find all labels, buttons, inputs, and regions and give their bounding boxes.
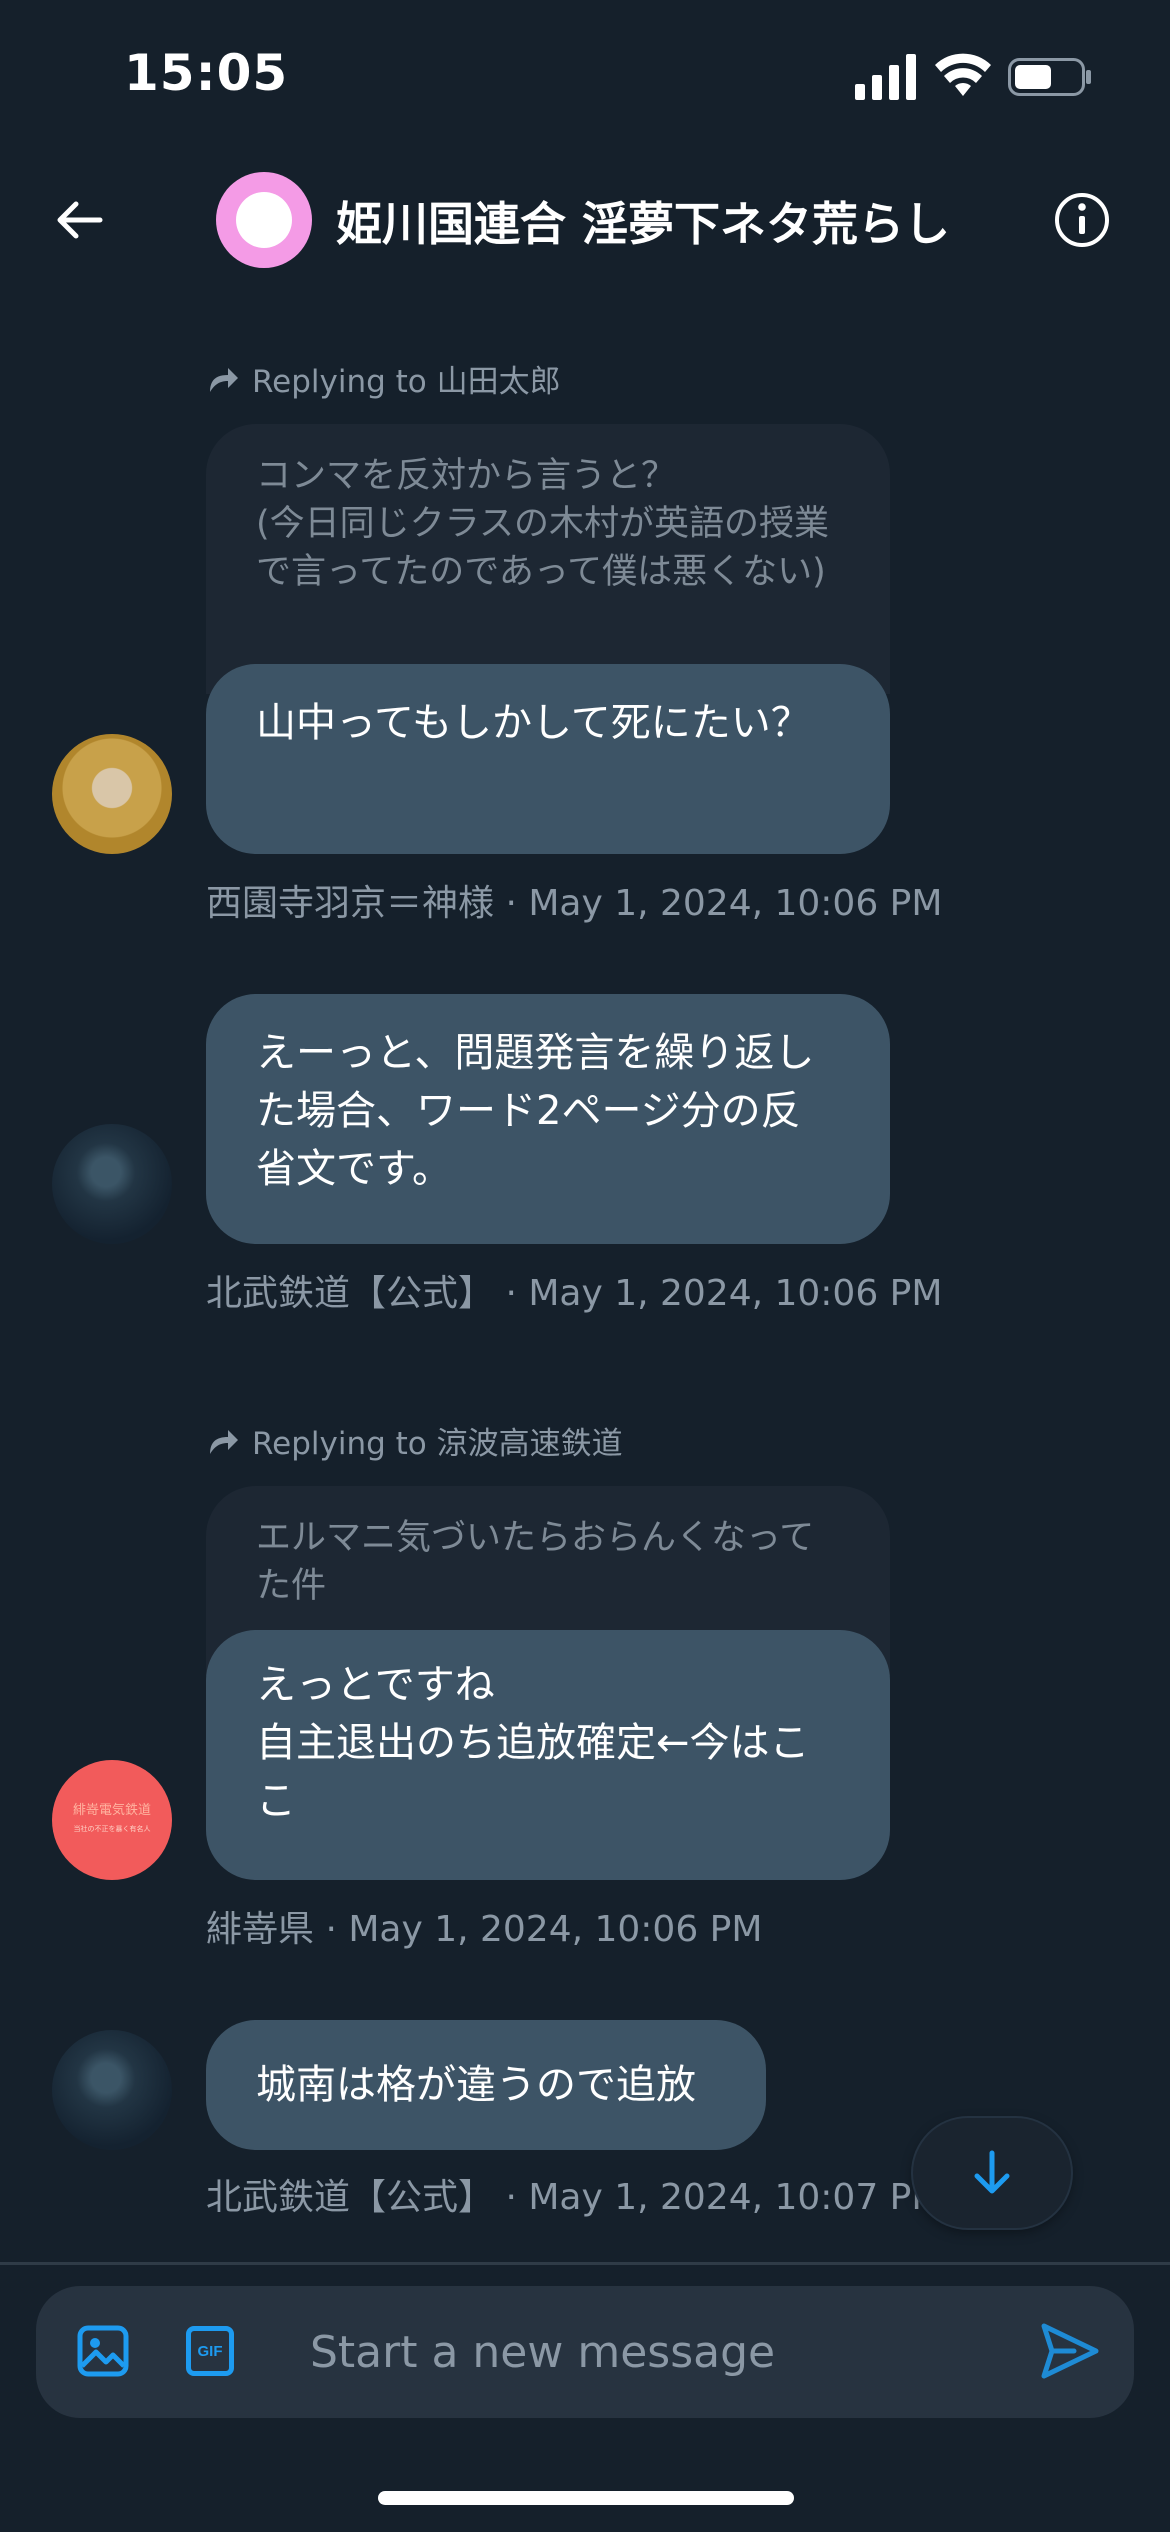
quoted-message[interactable]: コンマを反対から言うと？ (今日同じクラスの木村が英語の授業で言ってたのであって… <box>206 424 890 694</box>
reply-indicator: Replying to 涼波高速鉄道 <box>206 1418 623 1463</box>
cellular-signal-icon <box>855 54 916 100</box>
home-indicator[interactable] <box>378 2491 794 2505</box>
message-meta: 緋嵜県 · May 1, 2024, 10:06 PM <box>206 1909 763 1950</box>
gif-button[interactable]: GIF <box>186 2326 234 2376</box>
group-avatar[interactable] <box>216 172 312 268</box>
avatar-logo-text: 緋嵜電気鉄道 <box>72 1803 151 1818</box>
message-bubble[interactable]: 山中ってもしかして死にたい？ <box>206 664 890 854</box>
arrow-left-icon <box>57 201 103 239</box>
message-meta: 西園寺羽京＝神様 · May 1, 2024, 10:06 PM <box>206 883 943 924</box>
sender-avatar[interactable] <box>52 734 172 854</box>
gif-icon: GIF <box>197 2342 223 2360</box>
image-icon[interactable] <box>76 2324 130 2378</box>
conversation-title[interactable]: 姫川国連合 淫夢下ネタ荒らし <box>336 188 950 254</box>
back-button[interactable] <box>44 190 114 250</box>
sender-avatar[interactable]: 緋嵜電気鉄道 当社の不正を暴く有名人 <box>52 1760 172 1880</box>
message-bubble[interactable]: 城南は格が違うので追放 <box>206 2020 766 2150</box>
sender-avatar[interactable] <box>52 2030 172 2150</box>
arrow-down-icon <box>974 2150 1010 2194</box>
reply-indicator: Replying to 山田太郎 <box>206 356 561 401</box>
wifi-icon <box>935 53 991 96</box>
message-meta: 北武鉄道【公式】 · May 1, 2024, 10:06 PM <box>206 1273 943 1314</box>
reply-arrow-icon <box>210 367 238 392</box>
message-input[interactable] <box>310 2320 1010 2384</box>
reply-label: Replying to 山田太郎 <box>252 364 561 400</box>
send-icon[interactable] <box>1040 2322 1100 2380</box>
avatar-logo-subtext: 当社の不正を暴く有名人 <box>73 1825 151 1833</box>
status-time: 15:05 <box>124 44 289 102</box>
info-icon[interactable] <box>1054 192 1110 248</box>
battery-icon <box>1008 58 1091 96</box>
reply-label: Replying to 涼波高速鉄道 <box>252 1426 623 1462</box>
reply-arrow-icon <box>210 1429 238 1454</box>
scroll-to-bottom-button[interactable] <box>913 2118 1071 2228</box>
message-bubble[interactable]: えっとですね 自主退出のち追放確定←今はここ <box>206 1630 890 1880</box>
composer-divider <box>0 2262 1170 2265</box>
message-bubble[interactable]: えーっと、問題発言を繰り返した場合、ワード2ページ分の反省文です。 <box>206 994 890 1244</box>
sender-avatar[interactable] <box>52 1124 172 1244</box>
message-meta: 北武鉄道【公式】 · May 1, 2024, 10:07 PM <box>206 2177 943 2218</box>
